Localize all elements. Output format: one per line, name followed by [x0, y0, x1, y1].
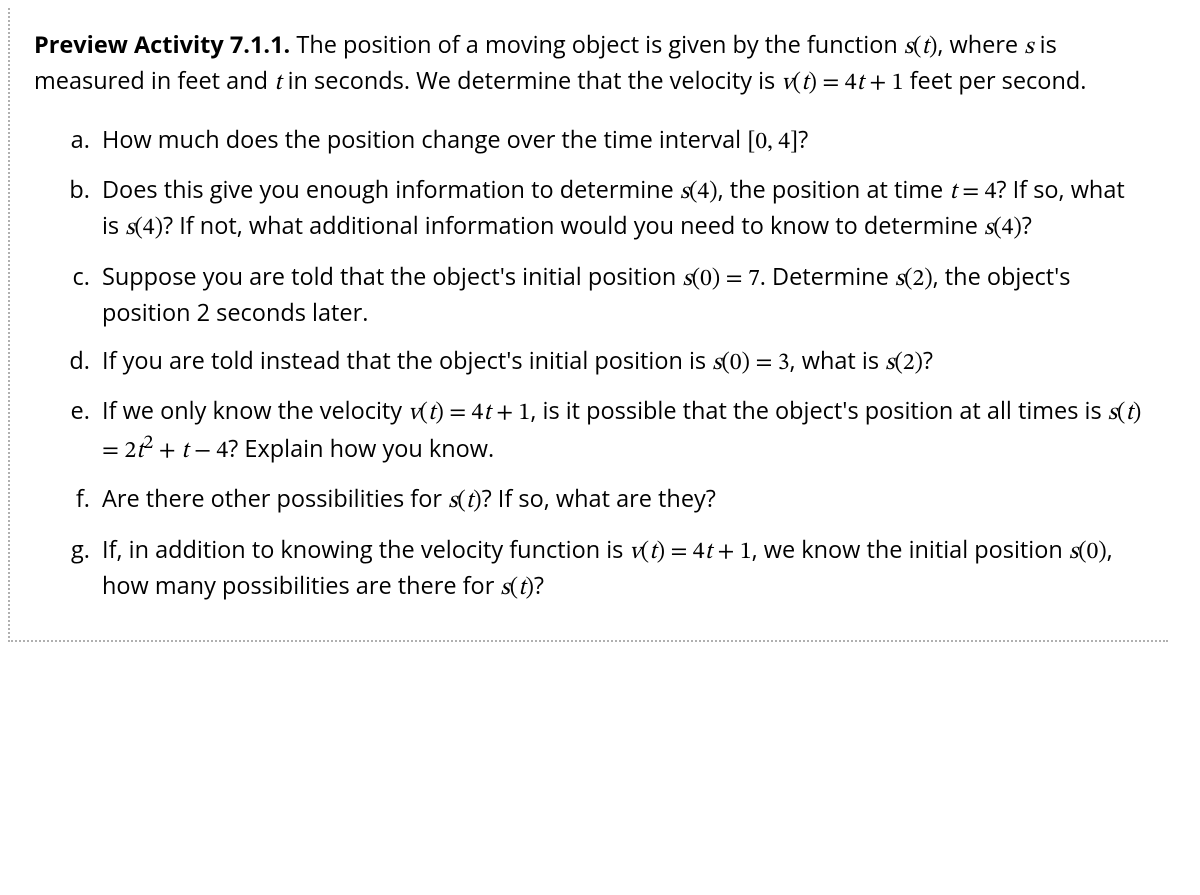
math-expr: s(2) [885, 351, 923, 375]
intro-text: The position of a moving object is given… [296, 28, 903, 60]
activity-intro: Preview Activity 7.1.1. The position of … [34, 28, 1144, 101]
math-expr: s(t) [500, 576, 533, 600]
math-expr: v(t) = 4t + 1 [629, 540, 751, 564]
activity-list: How much does the position change over t… [34, 123, 1144, 606]
item-e: If we only know the velocity v(t) = 4t +… [96, 394, 1144, 469]
math-expr: s(4) [984, 216, 1022, 240]
item-a: How much does the position change over t… [96, 123, 1144, 159]
math-expr: s(4) [125, 216, 163, 240]
math-expr: s(t) [904, 35, 937, 59]
item-g: If, in addition to knowing the velocity … [96, 533, 1144, 606]
activity-title: Preview Activity 7.1.1. [34, 28, 290, 60]
math-expr: t = 4 [949, 180, 996, 204]
math-expr: v(t) = 4t + 1 [781, 71, 903, 95]
math-expr: v(t) = 4t + 1 [408, 401, 530, 425]
math-expr: s(t) [448, 489, 481, 513]
item-b: Does this give you enough information to… [96, 173, 1144, 246]
math-expr: s(0) = 7 [682, 267, 759, 291]
math-expr: s(2) [895, 267, 933, 291]
item-f: Are there other possibilities for s(t)? … [96, 482, 1144, 518]
activity-block: Preview Activity 7.1.1. The position of … [8, 8, 1168, 642]
math-expr: t [274, 71, 281, 95]
math-expr: s [1024, 35, 1033, 59]
math-expr: s(0) = 3 [712, 351, 789, 375]
math-expr: s(0) [1069, 540, 1107, 564]
item-d: If you are told instead that the object'… [96, 344, 1144, 380]
item-c: Suppose you are told that the object's i… [96, 260, 1144, 330]
math-expr: s(4) [680, 180, 718, 204]
math-expr: [0, 4] [747, 130, 798, 154]
